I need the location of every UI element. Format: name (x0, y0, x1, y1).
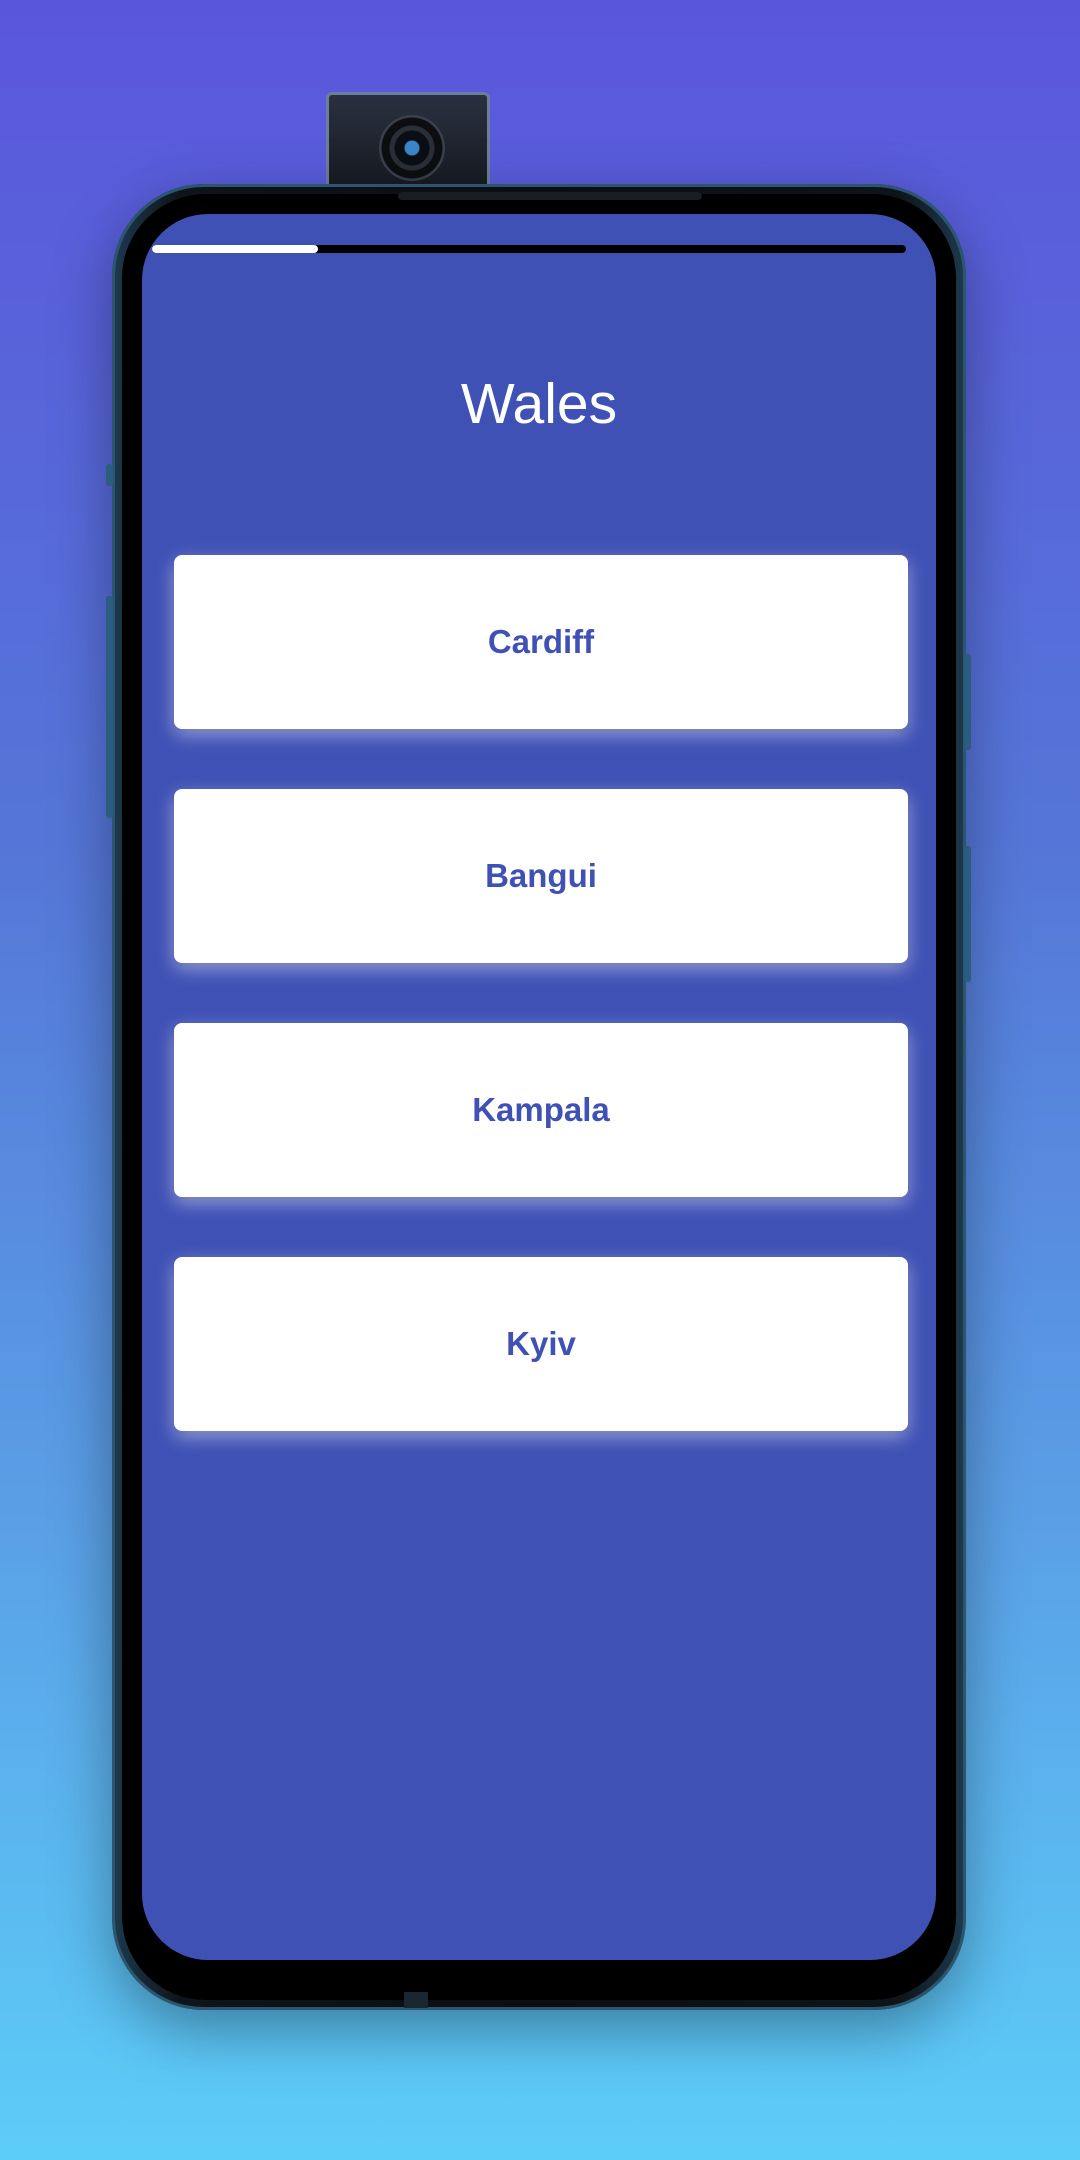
answer-label: Kyiv (506, 1325, 576, 1362)
app-screen: Wales Cardiff Bangui Kampala Kyiv (142, 214, 936, 1960)
quiz-progress-bar (152, 245, 906, 253)
answer-button-2[interactable]: Bangui (174, 789, 908, 963)
answer-button-4[interactable]: Kyiv (174, 1257, 908, 1431)
camera-lens-icon (379, 115, 445, 181)
answer-button-3[interactable]: Kampala (174, 1023, 908, 1197)
answer-list: Cardiff Bangui Kampala Kyiv (174, 555, 908, 1491)
side-key-right (964, 846, 971, 982)
usb-port (404, 1992, 428, 2008)
quiz-progress-fill (152, 245, 318, 253)
answer-label: Cardiff (487, 623, 595, 660)
question-title: Wales (460, 372, 618, 436)
answer-label: Bangui (485, 857, 597, 894)
answer-button-1[interactable]: Cardiff (174, 555, 908, 729)
popup-camera (326, 92, 490, 192)
volume-button (106, 596, 113, 818)
answer-label: Kampala (472, 1091, 610, 1128)
earpiece-speaker (398, 192, 702, 200)
power-button (964, 654, 971, 750)
side-key (106, 464, 113, 486)
